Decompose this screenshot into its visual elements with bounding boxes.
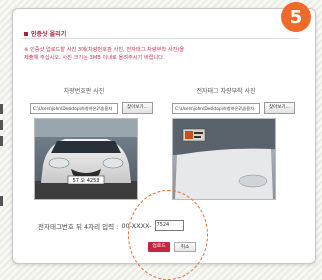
notice-line: ※ 인증샷 업로드할 사진 3매(차량번호판 사진, 전자태그 차량부착 사진)…: [24, 47, 185, 53]
notice-line: 제출해 주십시오. 사진 크기는 3MB 이내로 올려주시기 바랍니다.: [24, 55, 165, 61]
divider: [22, 38, 298, 39]
side-mark: [0, 196, 3, 206]
tag-file-input[interactable]: C:\Users\john\Desktop\하창하은2\송용차: [172, 102, 260, 114]
tag-photo-label: 전자태그 차량부착 사진: [196, 88, 256, 95]
side-mark: [0, 104, 3, 114]
side-mark: [0, 136, 3, 146]
section-title: 인증샷 올리기: [24, 29, 66, 38]
highlight-circle: [128, 190, 208, 280]
step-badge: 5: [281, 2, 311, 32]
windshield-tag-image: [173, 119, 275, 199]
tag-browse-button[interactable]: 찾아보기...: [264, 102, 295, 114]
tag-file-row: C:\Users\john\Desktop\하창하은2\송용차 찾아보기...: [172, 102, 295, 114]
notice-text: ※ 인증샷 업로드할 사진 3매(차량번호판 사진, 전자태그 차량부착 사진)…: [24, 46, 284, 62]
plate-file-input[interactable]: C:\Users\john\Desktop\하창하은2\송용차: [30, 102, 118, 114]
side-mark: [0, 120, 3, 130]
plate-file-row: C:\Users\john\Desktop\하창하은2\송용차 찾아보기...: [30, 102, 153, 114]
plate-number: 57 오 4253: [73, 178, 100, 184]
tag-code-label: 전자태그번호 뒤 4자리 입력 :: [38, 222, 119, 231]
plate-photo: 57 오 4253: [34, 118, 138, 200]
tag-photo: [172, 118, 276, 200]
car-front-image: 57 오 4253: [35, 119, 137, 199]
plate-photo-label: 차량번호판 사진: [63, 88, 105, 95]
plate-browse-button[interactable]: 찾아보기...: [122, 102, 153, 114]
section-title-text: 인증샷 올리기: [31, 31, 67, 38]
title-bullet-icon: [24, 31, 28, 36]
